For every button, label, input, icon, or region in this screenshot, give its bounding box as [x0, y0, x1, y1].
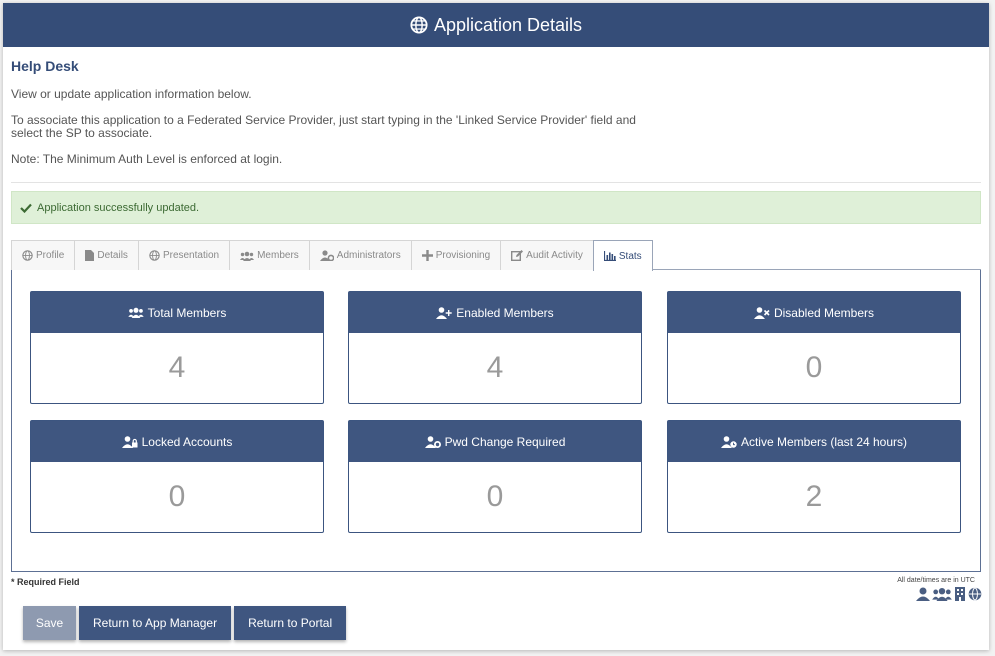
return-to-portal-button[interactable]: Return to Portal: [234, 606, 347, 640]
stat-card-active-members: Active Members (last 24 hours) 2: [667, 420, 961, 533]
utc-note: All date/times are in UTC: [897, 577, 975, 584]
application-details-panel: Application Details Help Desk View or up…: [3, 3, 989, 650]
tab-label: Provisioning: [435, 250, 491, 261]
application-name: Help Desk: [11, 58, 79, 74]
tab-label: Stats: [618, 250, 642, 262]
return-to-app-manager-button[interactable]: Return to App Manager: [79, 606, 232, 640]
stat-card-locked-accounts: Locked Accounts 0: [30, 420, 324, 533]
user-plus-icon: [436, 306, 452, 319]
bar-chart-icon: [603, 251, 616, 261]
globe-icon: [968, 587, 982, 601]
stat-card-enabled-members: Enabled Members 4: [348, 291, 642, 404]
stat-card-pwd-change-required: Pwd Change Required 0: [348, 420, 642, 533]
tab-label: Administrators: [336, 250, 401, 261]
card-value: 0: [805, 351, 823, 384]
plus-icon: [421, 250, 433, 261]
intro-paragraph-1: View or update application information b…: [11, 87, 252, 101]
user-lock-icon: [121, 435, 138, 448]
intro-paragraph-3: Note: The Minimum Auth Level is enforced…: [11, 152, 283, 166]
card-title: Enabled Members: [456, 305, 554, 320]
card-header: Total Members: [31, 292, 323, 333]
tab-provisioning[interactable]: Provisioning: [410, 240, 502, 270]
tab-stats[interactable]: Stats: [592, 240, 653, 271]
card-value: 0: [168, 480, 186, 513]
tab-members[interactable]: Members: [229, 240, 310, 270]
card-title: Locked Accounts: [141, 434, 233, 449]
stat-card-total-members: Total Members 4: [30, 291, 324, 404]
legend-icons: [916, 587, 982, 601]
tab-bar: Profile Details Presentation Members Adm…: [11, 240, 981, 271]
card-title: Pwd Change Required: [444, 434, 566, 449]
check-icon: [20, 203, 32, 213]
globe-icon: [22, 250, 33, 261]
user-gear-icon: [424, 435, 441, 448]
user-gear-icon: [319, 250, 334, 261]
users-icon: [932, 587, 952, 601]
users-icon: [240, 251, 255, 261]
tab-details[interactable]: Details: [74, 240, 139, 270]
success-alert: Application successfully updated.: [11, 191, 981, 224]
card-header: Disabled Members: [668, 292, 960, 333]
card-value: 0: [486, 480, 504, 513]
edit-icon: [511, 250, 524, 261]
user-clock-icon: [720, 435, 737, 448]
tab-label: Details: [97, 250, 128, 261]
card-header: Pwd Change Required: [349, 421, 641, 462]
tab-audit-activity[interactable]: Audit Activity: [500, 240, 594, 270]
intro-paragraph-2: To associate this application to a Feder…: [11, 113, 636, 140]
required-field-note: * Required Field: [11, 577, 80, 587]
save-button[interactable]: Save: [23, 606, 76, 640]
page-title: Application Details: [433, 14, 583, 35]
intro-text: View or update application information b…: [11, 88, 981, 166]
card-title: Total Members: [147, 305, 227, 320]
tab-label: Audit Activity: [526, 250, 583, 261]
globe-icon: [410, 16, 428, 34]
tab-profile[interactable]: Profile: [11, 240, 76, 270]
card-header: Locked Accounts: [31, 421, 323, 462]
stat-card-disabled-members: Disabled Members 0: [667, 291, 961, 404]
card-value: 4: [168, 351, 186, 384]
card-title: Active Members (last 24 hours): [740, 434, 908, 449]
card-header: Enabled Members: [349, 292, 641, 333]
tab-label: Presentation: [162, 250, 220, 261]
page-header: Application Details: [3, 3, 989, 47]
card-value: 4: [486, 351, 504, 384]
action-buttons: Save Return to App Manager Return to Por…: [23, 606, 347, 640]
tab-label: Profile: [36, 250, 65, 261]
stats-panel: Total Members 4 Enabled Members 4 Disabl…: [11, 270, 981, 572]
globe-icon: [149, 250, 160, 261]
tab-administrators[interactable]: Administrators: [308, 240, 412, 270]
card-title: Disabled Members: [773, 305, 875, 320]
user-icon: [916, 587, 930, 601]
card-header: Active Members (last 24 hours): [668, 421, 960, 462]
tab-presentation[interactable]: Presentation: [137, 240, 231, 270]
alert-text: Application successfully updated.: [37, 201, 200, 214]
tab-label: Members: [257, 250, 299, 261]
building-icon: [955, 587, 965, 601]
card-value: 2: [805, 480, 823, 513]
divider: [11, 182, 981, 183]
users-icon: [127, 307, 144, 318]
user-times-icon: [753, 306, 770, 319]
form-footer: * Required Field All date/times are in U…: [11, 577, 981, 587]
document-icon: [85, 250, 95, 261]
